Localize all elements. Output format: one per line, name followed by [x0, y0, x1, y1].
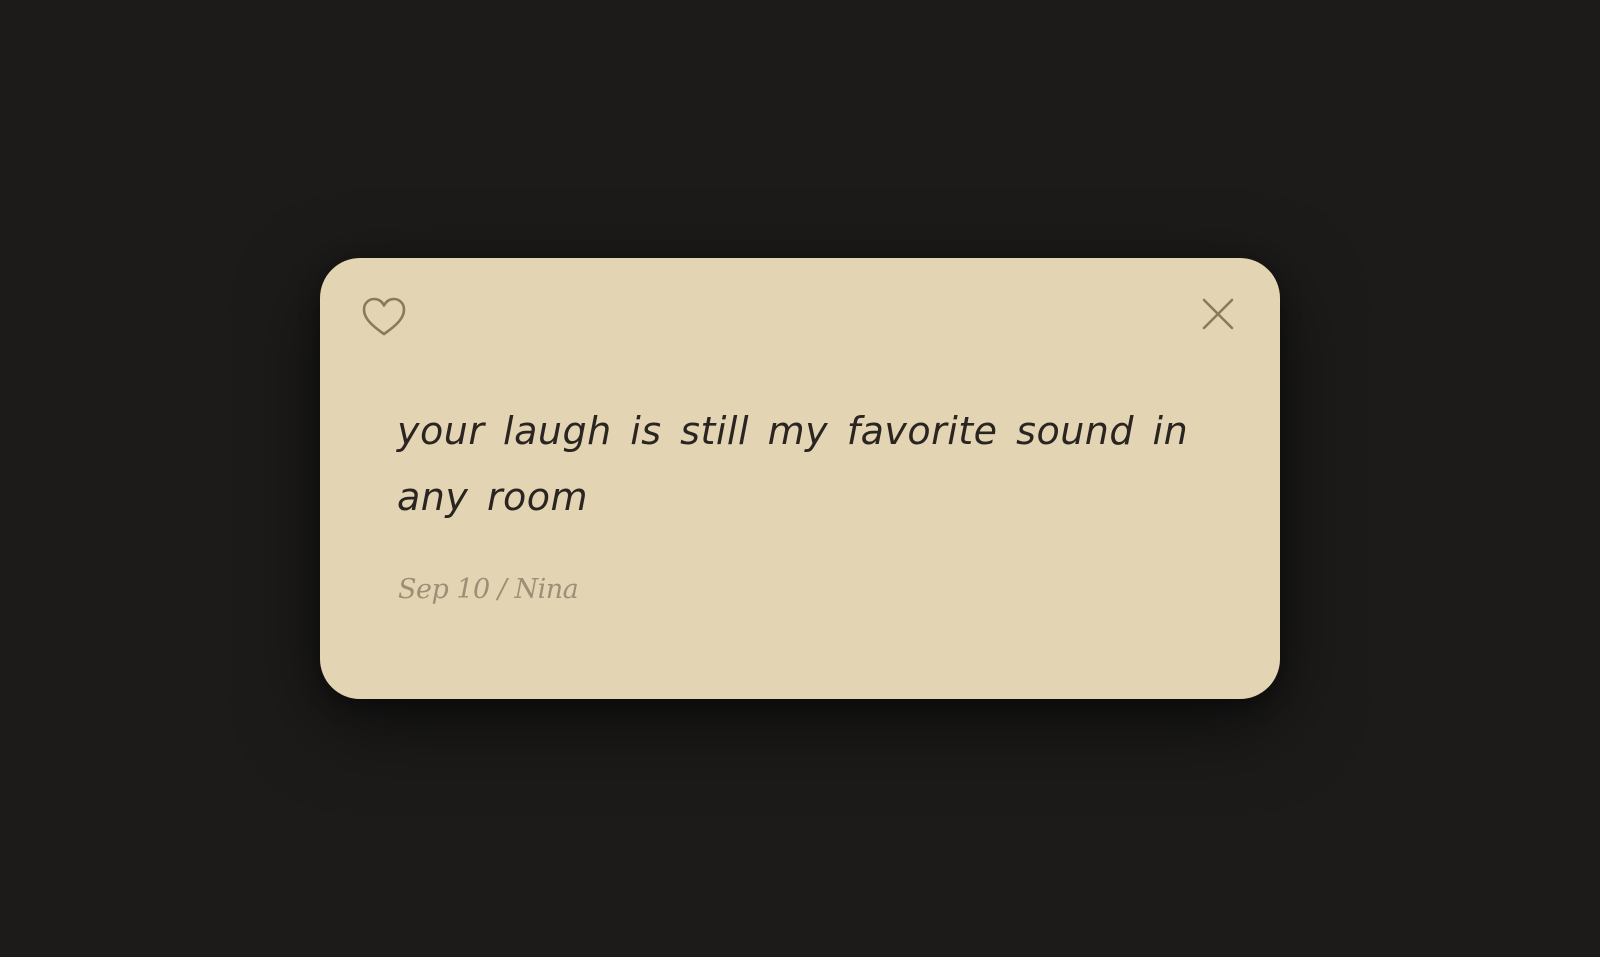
note-card: your laugh is still my favorite sound in…	[320, 258, 1280, 699]
note-meta: Sep 10 / Nina	[398, 574, 579, 605]
note-date: Sep 10	[398, 574, 490, 605]
like-button[interactable]	[360, 294, 408, 340]
heart-icon	[362, 297, 406, 336]
meta-separator: /	[497, 574, 507, 605]
note-author: Nina	[514, 574, 579, 605]
close-icon	[1202, 298, 1234, 330]
close-button[interactable]	[1198, 294, 1238, 334]
note-text: your laugh is still my favorite sound in…	[397, 409, 1189, 519]
